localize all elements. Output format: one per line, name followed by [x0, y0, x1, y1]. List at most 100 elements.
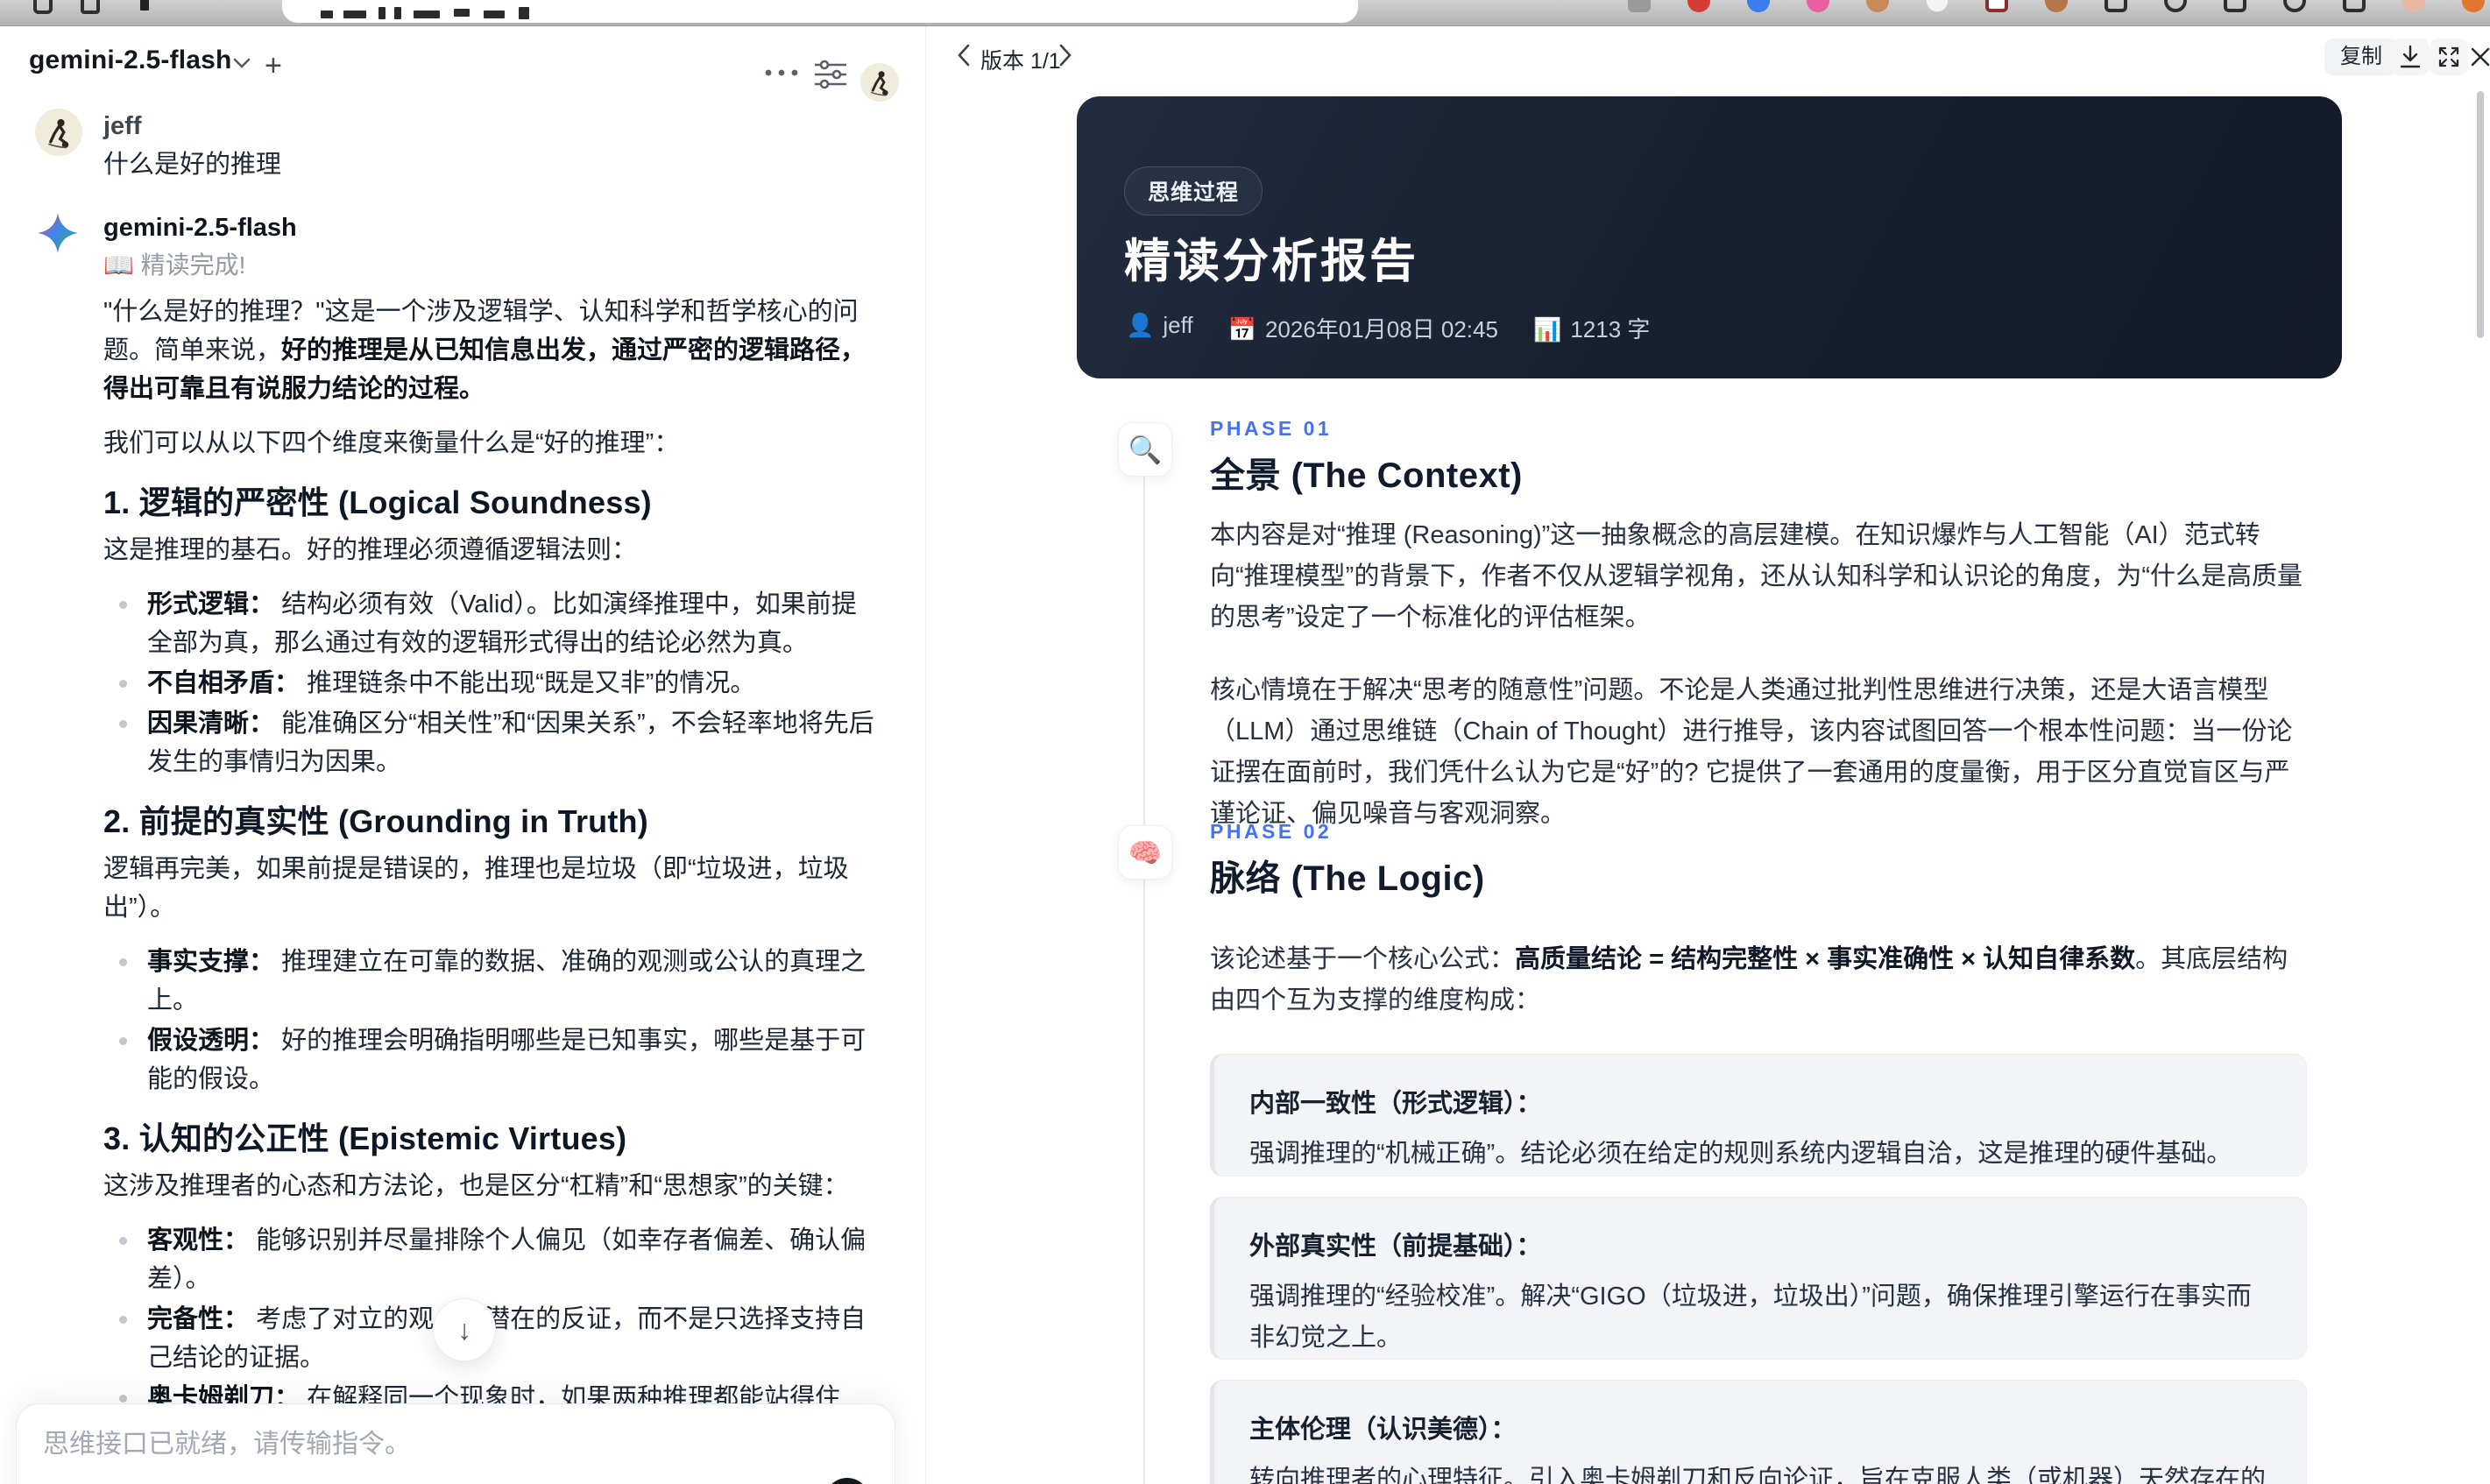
expand-icon	[2438, 46, 2459, 67]
tune-settings-icon[interactable]	[813, 60, 848, 89]
date-meta: 📅 2026年01月08日 02:45	[1227, 316, 1498, 343]
gemini-star-icon	[35, 210, 82, 258]
toolbar-icon[interactable]	[2283, 0, 2306, 12]
report-meta: 👤 jeff 📅 2026年01月08日 02:45 📊 1213 字	[1126, 312, 1650, 344]
extension-icon[interactable]	[1807, 0, 1829, 12]
status-text: 精读完成!	[140, 251, 246, 279]
list-item: 事实支撑： 推理建立在可靠的数据、准确的观测或公认的真理之上。	[103, 943, 878, 1020]
footballer-sketch	[870, 71, 888, 96]
url-text-fragment	[519, 7, 529, 19]
input-placeholder: 思维接口已就绪，请传输指令。	[43, 1430, 411, 1459]
extension-icon[interactable]	[1747, 0, 1770, 12]
bullet-list: 形式逻辑： 结构必须有效（Valid）。比如演绎推理中，如果前提全部为真，那么通…	[103, 585, 878, 781]
url-text-fragment	[321, 11, 333, 18]
card-body: 强调推理的“经验校准”。解决“GIGO（垃圾进，垃圾出）”问题，确保推理引擎运行…	[1249, 1283, 2252, 1352]
dimension-card: 外部真实性（前提基础）： 强调推理的“经验校准”。解决“GIGO（垃圾进，垃圾出…	[1210, 1197, 2307, 1360]
bullet-list: 事实支撑： 推理建立在可靠的数据、准确的观测或公认的真理之上。 假设透明： 好的…	[103, 943, 878, 1099]
card-title: 外部真实性（前提基础）：	[1249, 1233, 1542, 1261]
paragraph: "什么是好的推理？"这是一个涉及逻辑学、认知科学和哲学核心的问题。简单来说，好的…	[103, 298, 867, 403]
new-chat-button[interactable]: +	[265, 49, 282, 83]
paragraph: 本内容是对“推理 (Reasoning)”这一抽象概念的高层建模。在知识爆炸与人…	[1210, 521, 2303, 632]
hero-badge: 思维过程	[1124, 166, 1263, 216]
version-label: 版本 1/1	[980, 49, 1061, 74]
barchart-icon: 📊	[1532, 316, 1562, 343]
extension-icon[interactable]	[1628, 0, 1651, 12]
paragraph: 该论述基于一个核心公式：高质量结论 = 结构完整性 × 事实准确性 × 认知自律…	[1210, 945, 2288, 1014]
section-heading: 2. 前提的真实性 (Grounding in Truth)	[103, 803, 648, 839]
scrollbar-thumb[interactable]	[2477, 91, 2484, 338]
dimension-card: 主体伦理（认识美德）： 转向推理者的心理特征。引入奥卡姆剃刀和反向论证，旨在克服…	[1210, 1380, 2307, 1484]
message-author: jeff	[103, 112, 142, 140]
tab-fragment	[140, 0, 149, 11]
url-text-fragment	[414, 11, 440, 18]
chevron-down-icon[interactable]	[231, 56, 252, 70]
chat-panel: gemini-2.5-flash + jeff 什么是好的推理 gemini-2…	[0, 26, 925, 1484]
voice-input-button[interactable]	[824, 1478, 870, 1484]
chevron-left-icon[interactable]	[951, 42, 977, 68]
extension-icon[interactable]	[1985, 0, 2008, 12]
extension-icon[interactable]	[2462, 0, 2485, 12]
message-author: gemini-2.5-flash	[103, 214, 297, 242]
list-item: 不自相矛盾： 推理链条中不能出现“既是又非”的情况。	[103, 664, 878, 703]
artifact-toolbar: 版本 1/1 复制	[926, 26, 2490, 89]
phase-label: PHASE 01	[1210, 417, 1333, 440]
section-heading: 1. 逻辑的严密性 (Logical Soundness)	[103, 484, 652, 520]
url-text-fragment	[454, 9, 470, 17]
grid-icon[interactable]	[81, 0, 100, 14]
list-item: 因果清晰： 能准确区分“相关性”和“因果关系”，不会轻率地将先后发生的事情归为因…	[103, 704, 878, 781]
extension-icon[interactable]	[1926, 0, 1949, 12]
report-title: 精读分析报告	[1124, 236, 1418, 287]
card-title: 内部一致性（形式逻辑）：	[1249, 1090, 1542, 1118]
toolbar-icon[interactable]	[2104, 0, 2127, 12]
chat-input[interactable]: 思维接口已就绪，请传输指令。	[16, 1403, 895, 1484]
magnifier-icon: 🔍	[1118, 422, 1172, 477]
book-icon: 📖	[103, 251, 134, 279]
chat-message-list[interactable]: jeff 什么是好的推理 gemini-2.5-flash 📖 精读完成! "什…	[0, 93, 925, 1484]
toolbar-icon[interactable]	[2224, 0, 2246, 12]
user-avatar[interactable]	[860, 63, 899, 102]
profile-avatar[interactable]	[2402, 0, 2425, 12]
calendar-icon: 📅	[1227, 316, 1256, 343]
list-item: 客观性： 能够识别并尽量排除个人偏见（如幸存者偏差、确认偏差）。	[103, 1221, 878, 1298]
extension-icons	[1628, 0, 2485, 12]
dimension-card: 内部一致性（形式逻辑）： 强调推理的“机械正确”。结论必须在给定的规则系统内逻辑…	[1210, 1054, 2307, 1177]
user-icon: 👤	[1126, 312, 1155, 338]
wordcount-meta: 📊 1213 字	[1532, 316, 1651, 343]
extension-icon[interactable]	[2045, 0, 2068, 12]
extension-icon[interactable]	[1687, 0, 1710, 12]
arrow-down-icon: ↓	[457, 1313, 471, 1346]
download-icon	[2400, 45, 2421, 68]
paragraph: 逻辑再完美，如果前提是错误的，推理也是垃圾（即“垃圾进，垃圾出”）。	[103, 855, 849, 922]
toolbar-icon[interactable]	[2164, 0, 2187, 12]
card-title: 主体伦理（认识美德）：	[1249, 1416, 1517, 1444]
close-icon	[2471, 47, 2490, 67]
url-text-fragment	[343, 11, 366, 18]
more-options-icon[interactable]	[764, 68, 799, 77]
model-selector[interactable]: gemini-2.5-flash	[29, 46, 232, 75]
toolbar-icon[interactable]	[2343, 0, 2366, 12]
paragraph: 核心情境在于解决“思考的随意性”问题。不论是人类通过批判性思维进行决策，还是大语…	[1210, 676, 2293, 828]
paragraph: 我们可以从以下四个维度来衡量什么是“好的推理”：	[103, 429, 680, 457]
timeline-line	[1143, 449, 1145, 1484]
section-heading: 3. 认知的公正性 (Epistemic Virtues)	[103, 1120, 627, 1156]
list-item: 形式逻辑： 结构必须有效（Valid）。比如演绎推理中，如果前提全部为真，那么通…	[103, 585, 878, 662]
scroll-to-bottom-button[interactable]: ↓	[433, 1298, 496, 1361]
extension-icon[interactable]	[1866, 0, 1889, 12]
close-button[interactable]	[2461, 39, 2490, 75]
status-line: 📖 精读完成!	[103, 247, 878, 284]
chevron-right-icon[interactable]	[1052, 42, 1079, 68]
phase-label: PHASE 02	[1210, 820, 1333, 843]
list-item: 假设透明： 好的推理会明确指明哪些是已知事实，哪些是基于可能的假设。	[103, 1021, 878, 1099]
artifact-panel: 版本 1/1 复制 思维过程 精读分析报告 👤 jeff 📅 2026年01月0…	[925, 26, 2490, 1484]
assistant-message: gemini-2.5-flash 📖 精读完成! "什么是好的推理？"这是一个涉…	[35, 210, 878, 1484]
download-button[interactable]	[2391, 39, 2430, 75]
address-bar[interactable]	[282, 0, 1358, 23]
card-body: 强调推理的“机械正确”。结论必须在给定的规则系统内逻辑自洽，这是推理的硬件基础。	[1249, 1140, 2232, 1168]
url-text-fragment	[378, 7, 386, 19]
browser-toolbar	[0, 0, 2490, 26]
brain-icon: 🧠	[1118, 825, 1172, 880]
chat-header: gemini-2.5-flash +	[0, 26, 925, 102]
copy-button[interactable]: 复制	[2324, 39, 2398, 75]
user-message: jeff 什么是好的推理	[35, 109, 878, 184]
reload-icon[interactable]	[33, 0, 53, 14]
